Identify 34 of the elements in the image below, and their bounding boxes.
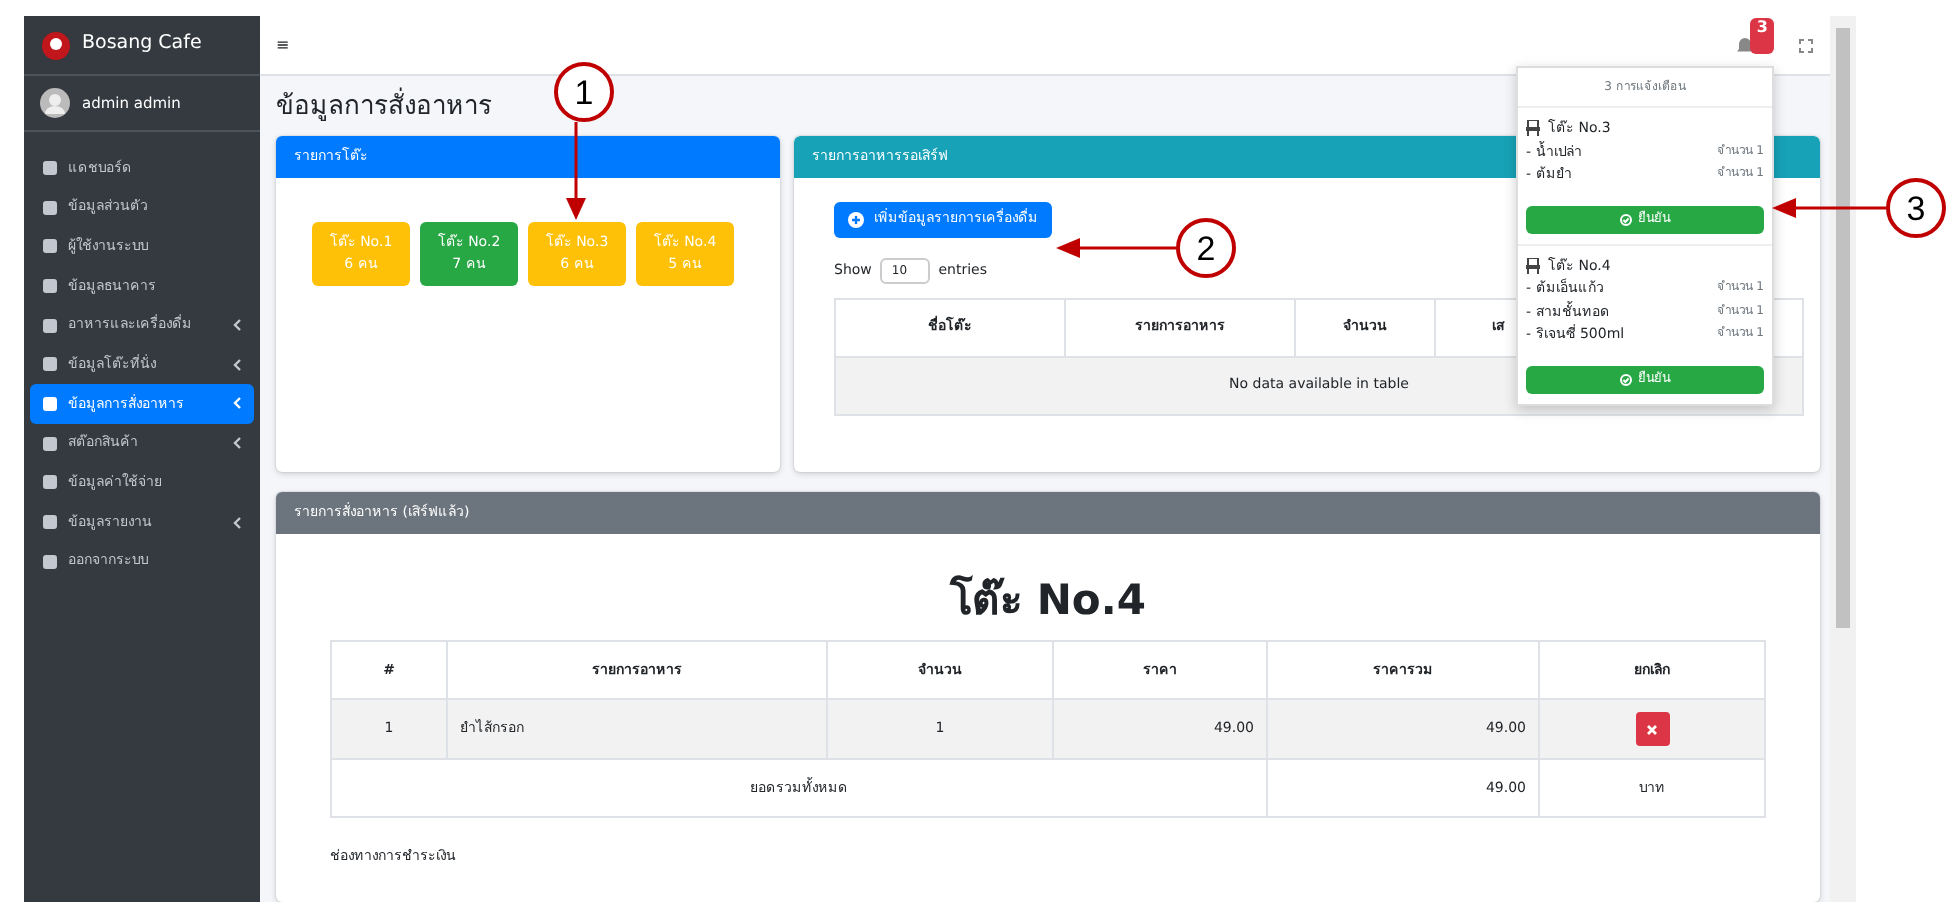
menu-icon bbox=[42, 514, 58, 531]
callout-number: 3 bbox=[1886, 178, 1946, 238]
callout-arrow bbox=[566, 122, 586, 220]
menu-icon bbox=[42, 356, 58, 373]
delete-button[interactable] bbox=[1635, 712, 1669, 746]
callout-number: 2 bbox=[1176, 218, 1236, 278]
menu-icon bbox=[42, 395, 58, 412]
menu-icon bbox=[42, 199, 58, 216]
menu-toggle[interactable]: ≡ bbox=[276, 33, 290, 57]
fullscreen-icon bbox=[1798, 37, 1814, 53]
callout-arrow bbox=[1772, 198, 1886, 218]
menu-icon bbox=[42, 238, 58, 255]
brand-name: Bosang Cafe bbox=[82, 30, 202, 59]
bell-icon[interactable] bbox=[1736, 36, 1755, 54]
menu-icon bbox=[42, 277, 58, 294]
notification-badge: 3 bbox=[1750, 18, 1774, 54]
avatar-icon bbox=[40, 88, 70, 118]
table-heading: โต๊ะ No.4 bbox=[947, 573, 1148, 627]
page-title: ข้อมูลการสั่งอาหาร bbox=[276, 88, 492, 127]
menu-icon bbox=[42, 317, 58, 334]
close-icon bbox=[1646, 723, 1658, 735]
chair-icon bbox=[1526, 120, 1540, 137]
logo-icon bbox=[42, 31, 70, 59]
menu-icon bbox=[42, 474, 58, 491]
callout-arrow bbox=[1056, 238, 1176, 258]
menu-icon bbox=[42, 159, 58, 176]
menu-icon bbox=[42, 553, 58, 570]
chair-icon bbox=[1526, 257, 1540, 274]
menu-icon bbox=[42, 435, 58, 452]
callout-number: 1 bbox=[554, 62, 614, 122]
check-circle-icon bbox=[1620, 213, 1632, 225]
plus-icon bbox=[848, 211, 864, 227]
scrollbar[interactable] bbox=[1830, 16, 1856, 902]
check-circle-icon bbox=[1620, 373, 1632, 385]
